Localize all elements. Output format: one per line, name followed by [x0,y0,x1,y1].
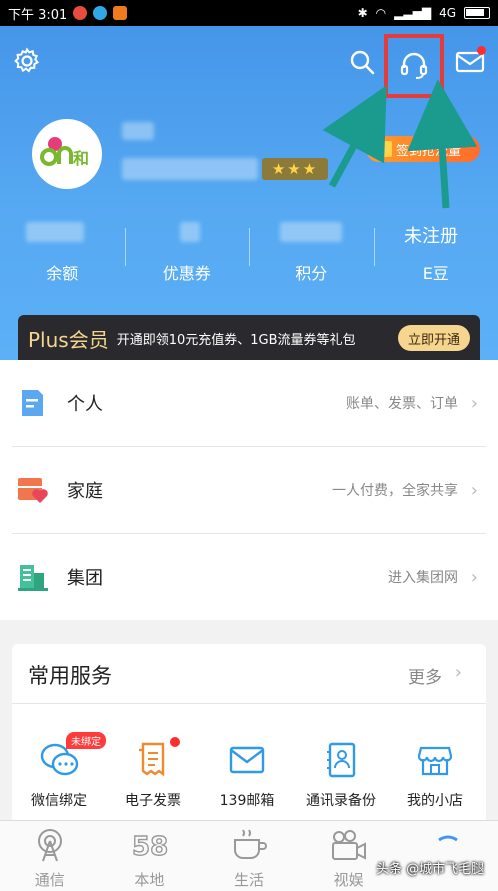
avatar[interactable]: 和 [32,119,102,189]
svg-text:58: 58 [132,832,168,862]
nav-label: 本地 [134,871,165,889]
bottom-navigation: 通信 58 本地 生活 视娱 [0,820,498,891]
services-more-link[interactable]: 更多 [408,663,442,688]
message-envelope-icon[interactable] [452,44,488,80]
shop-icon [415,740,455,780]
menu-item-personal[interactable]: 个人 账单、发票、订单 › [0,360,498,446]
plus-open-button[interactable]: 立即开通 [397,325,470,351]
plus-description: 开通即领10元充值券、1GB流量券等礼包 [116,332,356,348]
family-icon [16,474,48,506]
common-services-card: 常用服务 更多 › 未绑定 微信绑定 电子发票 139邮箱 通讯录备份 我的小店 [12,644,486,824]
service-my-shop[interactable]: 我的小店 [388,740,482,820]
service-contacts-backup[interactable]: 通讯录备份 [294,740,388,820]
menu-description: 账单、发票、订单 [346,396,458,412]
stat-coupons[interactable]: 优惠券 [124,228,250,292]
building-icon [16,561,48,593]
edou-status[interactable]: 未注册 [404,222,458,248]
settings-gear-icon[interactable] [10,44,44,78]
app-notification-icon [93,6,108,20]
plus-title: Plus会员 [28,327,109,352]
menu-item-group[interactable]: 集团 进入集团网 › [0,534,498,620]
stat-label: 积分 [295,264,328,283]
service-label: 我的小店 [407,793,463,809]
wifi-icon: ◠ [375,6,387,20]
status-time: 下午 3:01 [8,7,68,23]
username-masked [122,122,154,140]
new-dot [170,737,180,747]
service-label: 通讯录备份 [306,793,376,809]
stat-balance[interactable]: 余额 [0,252,125,292]
menu-description: 一人付费，全家共享 [332,483,458,499]
watermark-text: 头条 @城市飞毛腿 [376,862,485,877]
signin-button[interactable]: 签到抢流量 [366,136,480,162]
svg-text:和: 和 [73,149,89,168]
person-doc-icon [16,387,48,419]
gift-icon [374,141,392,157]
contacts-backup-icon [321,740,361,780]
signal-tower-icon [30,827,70,863]
nav-tab-life[interactable]: 生活 [199,821,299,891]
account-menu: 个人 账单、发票、订单 › 家庭 一人付费，全家共享 › 集团 进入集团网 › [0,360,498,620]
services-title: 常用服务 [28,664,112,688]
nav-tab-video[interactable]: 视娱 [299,821,399,891]
unbound-badge: 未绑定 [66,732,106,749]
phone-number-masked [122,158,258,180]
profile-header: 和 ★★★ 签到抢流量 未注册 余额 优惠券 积分 E豆 Plus会员 开通即领… [0,26,498,361]
service-label: 139邮箱 [219,793,275,809]
stat-points[interactable]: 积分 [249,228,374,292]
services-header: 常用服务 更多 › [12,644,486,704]
unread-dot [477,46,486,55]
app-notification-icon [113,6,128,20]
stat-label: 优惠券 [162,264,211,283]
stat-edou[interactable]: E豆 [373,228,498,292]
chevron-right-icon: › [470,566,478,588]
coupon-value-masked [180,222,200,242]
nav-tab-local[interactable]: 58 本地 [100,821,200,891]
service-139-mailbox[interactable]: 139邮箱 [200,740,294,820]
stat-label: 余额 [46,264,79,283]
service-label: 电子发票 [125,793,181,809]
status-bar: 下午 3:01 ✱ ◠ ▂▃▅▇ 4G [0,0,498,26]
chevron-right-icon: › [470,479,478,501]
signal-icon: ▂▃▅▇ [394,6,432,20]
menu-label: 集团 [67,568,103,589]
service-label: 微信绑定 [31,793,87,809]
nav-label: 生活 [233,871,264,889]
plus-membership-banner[interactable]: Plus会员 开通即领10元充值券、1GB流量券等礼包 立即开通 [18,315,480,361]
coffee-cup-icon [229,827,269,863]
app-notification-icon [73,6,88,20]
stat-label: E豆 [422,264,449,283]
menu-label: 家庭 [67,481,103,502]
customer-service-headset-icon[interactable] [384,34,444,98]
menu-label: 个人 [67,394,103,415]
video-camera-icon [329,827,369,863]
mailbox-icon [227,740,267,780]
local-58-icon: 58 [130,827,170,863]
battery-icon [464,7,490,19]
network-type: 4G [439,6,456,20]
search-icon[interactable] [344,44,380,80]
invoice-icon [133,740,173,780]
points-value-masked [280,222,342,242]
nav-tab-communication[interactable]: 通信 [0,821,100,891]
account-stats: 余额 优惠券 积分 E豆 [0,228,498,292]
chevron-right-icon: › [454,662,462,683]
nav-tab-mine[interactable] [398,821,498,891]
menu-item-family[interactable]: 家庭 一人付费，全家共享 › [0,447,498,533]
menu-description: 进入集团网 [388,570,458,586]
signin-label: 签到抢流量 [396,143,462,159]
star-level-badge: ★★★ [262,158,328,180]
bluetooth-icon: ✱ [357,6,368,20]
service-e-invoice[interactable]: 电子发票 [106,740,200,820]
nav-label: 通信 [34,871,65,889]
balance-value-masked [26,222,84,242]
service-wechat-bind[interactable]: 未绑定 微信绑定 [12,732,106,820]
chevron-right-icon: › [470,392,478,414]
